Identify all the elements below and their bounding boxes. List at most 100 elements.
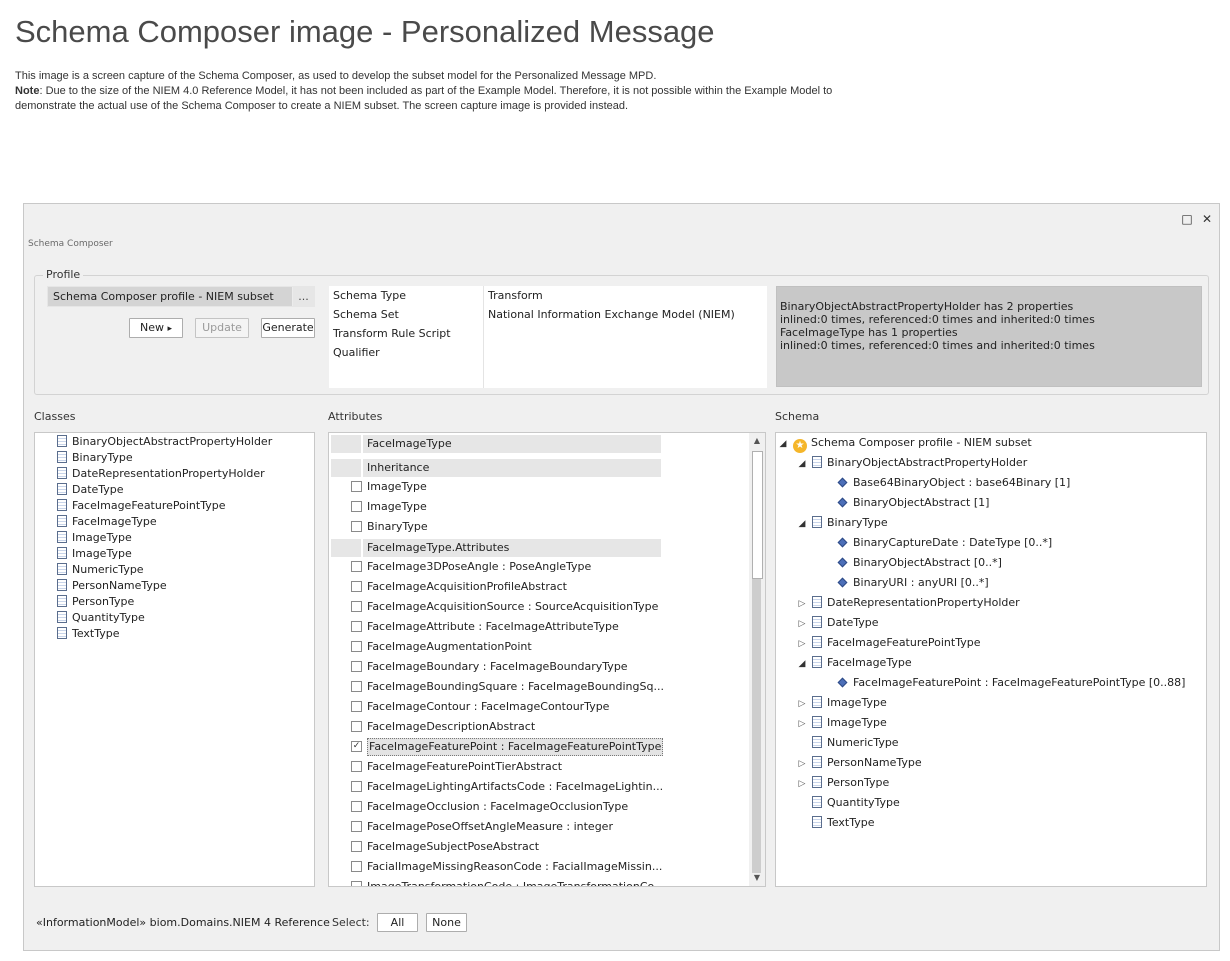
attribute-row[interactable]: FaceImageAcquisitionSource : SourceAcqui… <box>329 597 751 617</box>
inherited-row[interactable]: ImageType <box>329 477 751 497</box>
property-value[interactable]: National Information Exchange Model (NIE… <box>484 305 767 324</box>
attribute-row[interactable]: FacialImageMissingReasonCode : FacialIma… <box>329 857 751 877</box>
schema-node[interactable]: ▷ ImageType <box>797 713 887 733</box>
attribute-checkbox[interactable] <box>351 721 362 732</box>
property-value[interactable]: Transform <box>484 286 767 305</box>
schema-tree[interactable]: ◢ ★ Schema Composer profile - NIEM subset ◢… <box>775 432 1207 887</box>
attribute-row[interactable]: FaceImageBoundary : FaceImageBoundaryTyp… <box>329 657 751 677</box>
attribute-checkbox[interactable] <box>351 761 362 772</box>
attribute-checkbox[interactable] <box>351 621 362 632</box>
schema-node[interactable]: ▷ ImageType <box>797 693 887 713</box>
attribute-checkbox[interactable] <box>351 661 362 672</box>
schema-node[interactable]: NumericType <box>797 733 899 753</box>
schema-property[interactable]: Base64BinaryObject : base64Binary [1] <box>837 473 1070 493</box>
attribute-checkbox[interactable] <box>351 701 362 712</box>
attribute-checkbox[interactable] <box>351 821 362 832</box>
attribute-checkbox[interactable]: ✓ <box>351 741 362 752</box>
schema-node[interactable]: ▷ DateRepresentationPropertyHolder <box>797 593 1020 613</box>
scroll-up-icon[interactable]: ▲ <box>749 433 765 449</box>
schema-node[interactable]: ◢ FaceImageType <box>797 653 912 673</box>
schema-node[interactable]: ◢ BinaryType <box>797 513 888 533</box>
schema-node[interactable]: QuantityType <box>797 793 900 813</box>
class-list-item[interactable]: ImageType <box>57 546 132 562</box>
class-list-item[interactable]: TextType <box>57 626 120 642</box>
class-list-item[interactable]: DateType <box>57 482 124 498</box>
class-list-item[interactable]: PersonNameType <box>57 578 167 594</box>
class-list-item[interactable]: QuantityType <box>57 610 145 626</box>
close-icon[interactable]: ✕ <box>1201 213 1213 225</box>
attribute-row[interactable]: FaceImageFeaturePointTierAbstract <box>329 757 751 777</box>
classes-list[interactable]: BinaryObjectAbstractPropertyHolder Binary… <box>34 432 315 887</box>
schema-property[interactable]: BinaryObjectAbstract [1] <box>837 493 989 513</box>
maximize-icon[interactable]: □ <box>1181 213 1193 225</box>
class-list-item[interactable]: PersonType <box>57 594 134 610</box>
expanded-arrow-icon[interactable]: ◢ <box>797 514 807 534</box>
attribute-row[interactable]: FaceImageAugmentationPoint <box>329 637 751 657</box>
expanded-arrow-icon[interactable]: ◢ <box>797 654 807 674</box>
collapsed-arrow-icon[interactable]: ▷ <box>797 694 807 714</box>
schema-property[interactable]: BinaryCaptureDate : DateType [0..*] <box>837 533 1052 553</box>
inherited-row[interactable]: BinaryType <box>329 517 751 537</box>
attribute-checkbox[interactable] <box>351 681 362 692</box>
schema-property[interactable]: BinaryObjectAbstract [0..*] <box>837 553 1002 573</box>
select-none-button[interactable]: None <box>426 913 467 932</box>
property-value[interactable] <box>484 343 767 362</box>
schema-node[interactable]: ▷ PersonType <box>797 773 889 793</box>
schema-node[interactable]: ▷ PersonNameType <box>797 753 922 773</box>
attribute-row[interactable]: FaceImageSubjectPoseAbstract <box>329 837 751 857</box>
schema-root[interactable]: ◢ ★ Schema Composer profile - NIEM subset <box>778 433 1032 453</box>
profile-browse-button[interactable]: ... <box>292 287 314 306</box>
class-list-item[interactable]: BinaryType <box>57 450 133 466</box>
new-button[interactable]: New ▸ <box>129 318 183 338</box>
attribute-row[interactable]: FaceImageAcquisitionProfileAbstract <box>329 577 751 597</box>
class-list-item[interactable]: DateRepresentationPropertyHolder <box>57 466 265 482</box>
inherited-row[interactable]: ImageType <box>329 497 751 517</box>
attribute-row[interactable]: FaceImageOcclusion : FaceImageOcclusionT… <box>329 797 751 817</box>
attribute-checkbox[interactable] <box>351 801 362 812</box>
attributes-scrollbar[interactable]: ▲ ▼ <box>749 433 765 886</box>
attribute-row[interactable]: FaceImageContour : FaceImageContourType <box>329 697 751 717</box>
attributes-list[interactable]: ▲ ▼ FaceImageType Inheritance ImageType Ima… <box>328 432 766 887</box>
expanded-arrow-icon[interactable]: ◢ <box>778 434 788 454</box>
schema-node[interactable]: TextType <box>797 813 875 833</box>
attribute-row[interactable]: FaceImage3DPoseAngle : PoseAngleType <box>329 557 751 577</box>
attribute-row[interactable]: FaceImageLightingArtifactsCode : FaceIma… <box>329 777 751 797</box>
inherited-checkbox[interactable] <box>351 501 362 512</box>
collapsed-arrow-icon[interactable]: ▷ <box>797 614 807 634</box>
attribute-checkbox[interactable] <box>351 641 362 652</box>
collapsed-arrow-icon[interactable]: ▷ <box>797 754 807 774</box>
attribute-checkbox[interactable] <box>351 561 362 572</box>
schema-node[interactable]: ▷ DateType <box>797 613 879 633</box>
collapsed-arrow-icon[interactable]: ▷ <box>797 774 807 794</box>
scroll-thumb[interactable] <box>752 451 763 579</box>
attribute-row[interactable]: FaceImageAttribute : FaceImageAttributeT… <box>329 617 751 637</box>
expanded-arrow-icon[interactable]: ◢ <box>797 454 807 474</box>
inherited-checkbox[interactable] <box>351 521 362 532</box>
profile-select[interactable]: Schema Composer profile - NIEM subset ..… <box>47 286 315 307</box>
scroll-down-icon[interactable]: ▼ <box>749 870 765 886</box>
attribute-row[interactable]: ✓ FaceImageFeaturePoint : FaceImageFeatur… <box>329 737 751 757</box>
generate-button[interactable]: Generate <box>261 318 315 338</box>
schema-property[interactable]: FaceImageFeaturePoint : FaceImageFeature… <box>837 673 1185 693</box>
class-list-item[interactable]: BinaryObjectAbstractPropertyHolder <box>57 434 272 450</box>
collapsed-arrow-icon[interactable]: ▷ <box>797 714 807 734</box>
attribute-checkbox[interactable] <box>351 841 362 852</box>
attribute-row[interactable]: FaceImageDescriptionAbstract <box>329 717 751 737</box>
collapsed-arrow-icon[interactable]: ▷ <box>797 634 807 654</box>
attribute-checkbox[interactable] <box>351 581 362 592</box>
select-all-button[interactable]: All <box>377 913 418 932</box>
schema-node[interactable]: ◢ BinaryObjectAbstractPropertyHolder <box>797 453 1027 473</box>
update-button[interactable]: Update <box>195 318 249 338</box>
attribute-checkbox[interactable] <box>351 601 362 612</box>
attribute-row[interactable]: FaceImageBoundingSquare : FaceImageBound… <box>329 677 751 697</box>
attribute-checkbox[interactable] <box>351 881 362 886</box>
inherited-checkbox[interactable] <box>351 481 362 492</box>
schema-node[interactable]: ▷ FaceImageFeaturePointType <box>797 633 980 653</box>
attribute-row[interactable]: FaceImagePoseOffsetAngleMeasure : intege… <box>329 817 751 837</box>
class-list-item[interactable]: ImageType <box>57 530 132 546</box>
class-list-item[interactable]: NumericType <box>57 562 144 578</box>
attribute-checkbox[interactable] <box>351 781 362 792</box>
schema-property[interactable]: BinaryURI : anyURI [0..*] <box>837 573 989 593</box>
class-list-item[interactable]: FaceImageType <box>57 514 157 530</box>
collapsed-arrow-icon[interactable]: ▷ <box>797 594 807 614</box>
